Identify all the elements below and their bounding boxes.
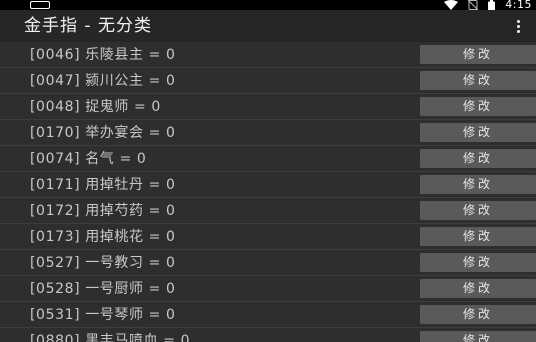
list-item: [0046] 乐陵县主 = 0 修改 xyxy=(0,42,536,68)
list-item: [0528] 一号厨师 = 0 修改 xyxy=(0,276,536,302)
page-title: 金手指 - 无分类 xyxy=(24,16,152,36)
list-item: [0074] 名气 = 0 修改 xyxy=(0,146,536,172)
modify-button[interactable]: 修改 xyxy=(420,201,536,220)
cheat-label: [0170] 举办宴会 = 0 xyxy=(30,125,176,141)
cheat-label: [0046] 乐陵县主 = 0 xyxy=(30,47,176,63)
status-bar: 4:15 xyxy=(0,0,536,11)
modify-button[interactable]: 修改 xyxy=(420,123,536,142)
no-sim-icon xyxy=(468,0,479,10)
list-item: [0048] 捉鬼师 = 0 修改 xyxy=(0,94,536,120)
app-bar: 金手指 - 无分类 xyxy=(0,10,536,42)
screen: 4:15 金手指 - 无分类 [0046] 乐陵县主 = 0 修改 [0047] 颍… xyxy=(0,0,536,342)
list-item: [0527] 一号教习 = 0 修改 xyxy=(0,250,536,276)
cheat-label: [0527] 一号教习 = 0 xyxy=(30,255,176,271)
modify-button[interactable]: 修改 xyxy=(420,149,536,168)
list-item: [0880] 黑丰马喷血 = 0 修改 xyxy=(0,328,536,342)
list-item: [0170] 举办宴会 = 0 修改 xyxy=(0,120,536,146)
cheat-label: [0528] 一号厨师 = 0 xyxy=(30,281,176,297)
modify-button[interactable]: 修改 xyxy=(420,279,536,298)
list-item: [0171] 用掉牡丹 = 0 修改 xyxy=(0,172,536,198)
list-item: [0531] 一号琴师 = 0 修改 xyxy=(0,302,536,328)
modify-button[interactable]: 修改 xyxy=(420,45,536,64)
modify-button[interactable]: 修改 xyxy=(420,97,536,116)
modify-button[interactable]: 修改 xyxy=(420,331,536,342)
cheat-label: [0531] 一号琴师 = 0 xyxy=(30,307,176,323)
cheat-label: [0047] 颍川公主 = 0 xyxy=(30,73,176,89)
more-vert-icon[interactable] xyxy=(508,16,528,36)
cheat-label: [0172] 用掉芍药 = 0 xyxy=(30,203,176,219)
cheat-label: [0074] 名气 = 0 xyxy=(30,151,147,167)
cheat-list: [0046] 乐陵县主 = 0 修改 [0047] 颍川公主 = 0 修改 [0048]… xyxy=(0,42,536,342)
notification-icon xyxy=(30,1,50,9)
modify-button[interactable]: 修改 xyxy=(420,227,536,246)
modify-button[interactable]: 修改 xyxy=(420,71,536,90)
modify-button[interactable]: 修改 xyxy=(420,175,536,194)
cheat-label: [0171] 用掉牡丹 = 0 xyxy=(30,177,176,193)
list-item: [0173] 用掉桃花 = 0 修改 xyxy=(0,224,536,250)
modify-button[interactable]: 修改 xyxy=(420,253,536,272)
modify-button[interactable]: 修改 xyxy=(420,305,536,324)
cheat-label: [0048] 捉鬼师 = 0 xyxy=(30,99,161,115)
cheat-label: [0880] 黑丰马喷血 = 0 xyxy=(30,333,191,342)
list-item: [0047] 颍川公主 = 0 修改 xyxy=(0,68,536,94)
wifi-icon xyxy=(444,0,459,10)
cheat-label: [0173] 用掉桃花 = 0 xyxy=(30,229,176,245)
list-item: [0172] 用掉芍药 = 0 修改 xyxy=(0,198,536,224)
battery-icon xyxy=(488,0,496,11)
